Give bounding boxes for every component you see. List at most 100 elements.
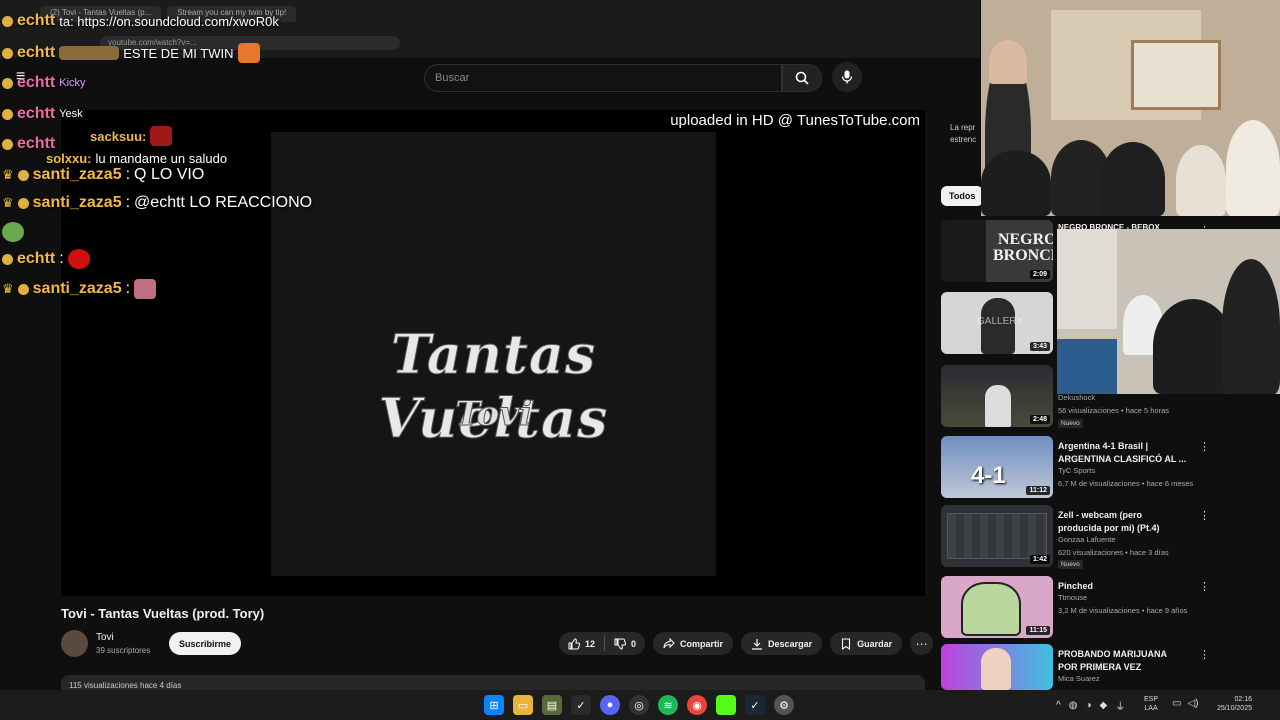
like-button[interactable]: 12: [559, 632, 604, 655]
channel-name[interactable]: Gonzaa Lafuente: [1058, 535, 1116, 544]
video-thumbnail: GALLERY 3:43: [941, 292, 1053, 354]
volume-icon: ◁): [1187, 698, 1199, 709]
windows-start-icon[interactable]: ⊞: [484, 695, 504, 715]
more-icon: ⋯: [915, 636, 928, 651]
share-label: Compartir: [680, 638, 724, 649]
network-icon: ▭: [1172, 698, 1182, 709]
subscriber-count: 39 suscriptores: [96, 646, 151, 655]
settings-icon[interactable]: ⚙: [774, 695, 794, 715]
tray-app-icon[interactable]: ◆: [1099, 700, 1107, 711]
chat-badge-icon: [2, 108, 13, 120]
channel-name[interactable]: TyC Sports: [1058, 466, 1095, 475]
recommendation-item[interactable]: PROBANDO MARIJUANA POR PRIMERA VEZ Mica …: [941, 644, 1221, 690]
language-indicator[interactable]: ESP LAA: [1144, 695, 1158, 713]
duration-badge: 3:43: [1029, 342, 1050, 351]
webcam-person: [1153, 299, 1233, 394]
more-actions-button[interactable]: ⋯: [910, 632, 934, 655]
recommendation-title[interactable]: Zell - webcam (pero producida por mi) (P…: [1058, 509, 1188, 535]
poster-artist: Tovi: [455, 394, 533, 435]
kebab-menu-icon[interactable]: ⋮: [1199, 580, 1210, 593]
chat-colon: :: [125, 280, 131, 297]
new-badge: Nuevo: [1058, 560, 1083, 569]
recommendation-title[interactable]: PROBANDO MARIJUANA POR PRIMERA VEZ: [1058, 648, 1188, 674]
chrome-icon[interactable]: ◉: [687, 695, 707, 715]
chat-emote: [59, 46, 120, 60]
discord-icon[interactable]: ●: [600, 695, 620, 715]
voice-search-button[interactable]: [832, 62, 862, 92]
channel-name[interactable]: Dekushock: [1058, 393, 1095, 402]
dislike-button[interactable]: 0: [605, 632, 645, 655]
taskbar-clock[interactable]: 02:16 25/10/2025: [1208, 695, 1252, 713]
recommendation-title[interactable]: Argentina 4-1 Brasil | ARGENTINA CLASIFI…: [1058, 440, 1188, 466]
chat-username: santi_zaza5: [32, 280, 122, 297]
chat-message: echtt:: [2, 249, 90, 269]
clock-time: 02:16: [1234, 696, 1252, 703]
language-layout: LAA: [1144, 705, 1158, 712]
chat-username: solxxu:: [46, 151, 92, 166]
like-dislike-group: 12 0: [559, 632, 646, 655]
chat-colon: :: [59, 250, 64, 267]
spotify-icon[interactable]: ≋: [658, 695, 678, 715]
chat-message: ♛ santi_zaza5: Q LO VIO: [2, 166, 204, 184]
chat-colon: :: [125, 166, 131, 183]
download-icon: [752, 638, 763, 650]
duration-badge: 2:48: [1029, 415, 1050, 424]
duration-badge: 2:09: [1029, 270, 1050, 279]
thumbnail-person: [985, 385, 1011, 427]
search-input[interactable]: Buscar: [424, 64, 782, 92]
chat-text: Kicky: [59, 77, 86, 89]
clock-date: 25/10/2025: [1216, 705, 1252, 712]
chat-text: lu mandame un saludo: [95, 151, 228, 166]
description-box[interactable]: 115 visualizaciones hace 4 días: [61, 675, 925, 691]
tray-app-icon[interactable]: ◍: [1069, 700, 1078, 711]
video-stats: 6,7 M de visualizaciones • hace 6 meses: [1058, 479, 1194, 488]
recommendation-item[interactable]: 11:15 Pinched Ttmouse 3,2 M de visualiza…: [941, 576, 1221, 638]
chat-text: Yesk: [59, 108, 83, 120]
file-explorer-icon[interactable]: ▭: [513, 695, 533, 715]
recommendation-title[interactable]: Pinched: [1058, 580, 1188, 593]
download-button[interactable]: Descargar: [741, 632, 823, 655]
capcut-icon[interactable]: ✓: [571, 695, 591, 715]
recommendation-item[interactable]: 4-1 11:12 Argentina 4-1 Brasil | ARGENTI…: [941, 436, 1221, 498]
subscribe-button[interactable]: Suscribirme: [169, 632, 241, 655]
kebab-menu-icon[interactable]: ⋮: [1199, 648, 1210, 661]
duration-badge: 11:12: [1026, 486, 1050, 495]
channel-avatar[interactable]: [61, 630, 88, 657]
chat-text: ta: https://on.soundcloud.com/xwoR0k: [59, 13, 279, 29]
chat-emote: [150, 126, 173, 146]
system-tray: ^ ◍ ◑ ◆ ⏚: [1056, 698, 1125, 713]
channel-name[interactable]: Mica Suarez: [1058, 674, 1100, 683]
save-button[interactable]: Guardar: [830, 632, 903, 655]
share-button[interactable]: Compartir: [653, 632, 734, 655]
bookmark-icon: [842, 637, 851, 650]
kick-icon[interactable]: [716, 695, 736, 715]
recommendation-item[interactable]: 1:42 Zell - webcam (pero producida por m…: [941, 505, 1221, 569]
thumbnail-text: GALLERY: [977, 316, 1023, 327]
thumbnail-text: NEGRO BRONCE: [993, 231, 1053, 264]
channel-name[interactable]: Ttmouse: [1058, 593, 1087, 602]
webcam-person: [1176, 145, 1226, 216]
chat-badge-icon: [2, 15, 13, 27]
search-button[interactable]: [782, 64, 822, 92]
kebab-menu-icon[interactable]: ⋮: [1199, 509, 1210, 522]
status-icons[interactable]: ▭ ◁): [1172, 698, 1198, 709]
chat-badge-icon: [17, 197, 29, 209]
steam-icon[interactable]: ✓: [745, 695, 765, 715]
chat-message: echtt ESTE DE MI TWIN: [2, 43, 260, 63]
share-icon: [663, 637, 675, 648]
chat-username: santi_zaza5: [32, 166, 122, 183]
new-badge: Nuevo: [1058, 419, 1083, 428]
webcam-person: [1101, 142, 1165, 216]
obs-icon[interactable]: ◎: [629, 695, 649, 715]
kebab-menu-icon[interactable]: ⋮: [1199, 440, 1210, 453]
usb-icon[interactable]: ⏚: [1115, 698, 1125, 713]
chat-badge-icon: [2, 138, 13, 150]
tray-app-icon[interactable]: ◑: [1085, 700, 1091, 711]
chevron-up-icon[interactable]: ^: [1056, 700, 1061, 711]
microphone-icon: [841, 70, 853, 84]
channel-name[interactable]: Tovi: [96, 632, 114, 643]
app-icon[interactable]: ▤: [542, 695, 562, 715]
thumbs-down-icon: [614, 638, 627, 650]
filter-chip-all[interactable]: Todos: [941, 186, 984, 206]
side-note-line: La repr: [950, 123, 976, 132]
